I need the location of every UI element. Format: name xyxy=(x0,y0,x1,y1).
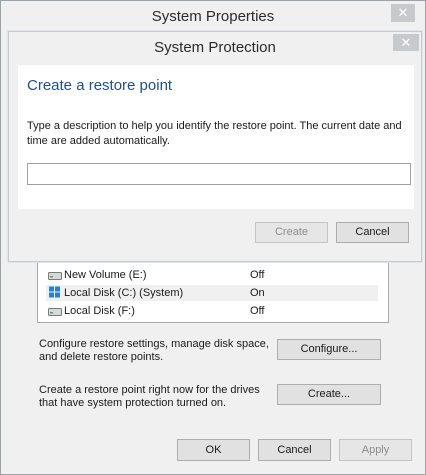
protection-status: Off xyxy=(250,305,265,317)
configure-description: Configure restore settings, manage disk … xyxy=(39,338,269,363)
window-title: System Properties xyxy=(151,8,275,25)
drive-icon xyxy=(48,308,62,316)
list-item[interactable]: Local Disk (C:) (System) On xyxy=(46,285,378,301)
list-item[interactable]: New Volume (E:) Off xyxy=(46,267,378,283)
restore-point-description-input[interactable] xyxy=(27,163,411,185)
create-restore-point-button[interactable]: Create... xyxy=(277,384,381,405)
close-icon[interactable]: ✕ xyxy=(393,34,419,51)
drive-name: Local Disk (F:) xyxy=(64,305,135,317)
drive-name: New Volume (E:) xyxy=(64,269,147,281)
dialog-heading: Create a restore point xyxy=(27,77,173,94)
protection-status: Off xyxy=(250,269,265,281)
dialog-content-panel: Create a restore point Type a descriptio… xyxy=(18,65,414,209)
protection-drives-list[interactable]: New Volume (E:) Off Local Disk (C:) (Sys… xyxy=(37,263,389,323)
cancel-button[interactable]: Cancel xyxy=(336,222,409,243)
dialog-title: System Protection xyxy=(154,39,276,56)
instructions-text: Type a description to help you identify … xyxy=(27,120,402,147)
list-item[interactable]: Local Disk (F:) Off xyxy=(46,303,378,319)
protection-status: On xyxy=(250,287,265,299)
ok-button[interactable]: OK xyxy=(177,439,250,461)
drive-icon xyxy=(48,272,62,280)
apply-button[interactable]: Apply xyxy=(339,439,412,461)
system-protection-dialog: System Protection ✕ Create a restore poi… xyxy=(8,31,422,262)
system-drive-icon xyxy=(49,286,60,298)
cancel-button[interactable]: Cancel xyxy=(258,439,331,461)
drive-name: Local Disk (C:) (System) xyxy=(64,287,184,299)
title-bar[interactable]: System Properties ✕ xyxy=(1,1,425,31)
configure-button[interactable]: Configure... xyxy=(277,339,381,360)
create-button[interactable]: Create xyxy=(255,222,328,243)
create-description: Create a restore point right now for the… xyxy=(39,384,260,409)
close-icon[interactable]: ✕ xyxy=(391,4,415,22)
